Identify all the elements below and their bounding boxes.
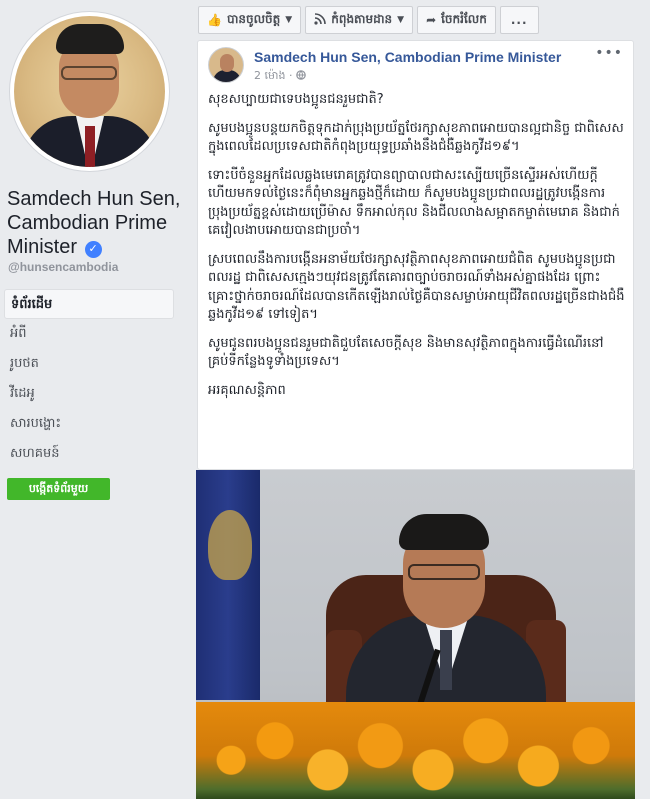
profile-sidebar: Samdech Hun Sen, Cambodian Prime Ministe… xyxy=(0,0,184,799)
post-paragraph: អរគុណសន្តិភាព xyxy=(208,382,286,398)
flag-curtain xyxy=(196,470,260,700)
post-paragraph: សូមបងប្អូនបន្តយកចិត្តទុកដាក់ប្រុងប្រយ័ត្… xyxy=(208,120,624,155)
page-action-bar: 👍 បានចូលចិត្ត ▼ កំពុងតាមដាន ▼ ➦ ចែករំលែក… xyxy=(198,6,543,34)
nav-item-posts[interactable]: សារបង្ហោះ xyxy=(4,409,174,439)
nav-item-videos[interactable]: វីដេអូ xyxy=(4,379,174,409)
share-button[interactable]: ➦ ចែករំលែក xyxy=(417,6,496,34)
post-meta: 2 ម៉ោង · xyxy=(254,69,306,85)
post-author-name[interactable]: Samdech Hun Sen, Cambodian Prime Ministe… xyxy=(254,49,561,65)
profile-picture[interactable] xyxy=(9,11,170,172)
liked-button[interactable]: 👍 បានចូលចិត្ត ▼ xyxy=(198,6,302,34)
chevron-down-icon: ▼ xyxy=(397,15,405,25)
rss-icon xyxy=(314,12,327,28)
globe-icon xyxy=(296,69,306,82)
share-arrow-icon: ➦ xyxy=(426,13,437,27)
liked-button-label: បានចូលចិត្ត xyxy=(226,12,281,26)
following-button[interactable]: កំពុងតាមដាន ▼ xyxy=(305,6,414,34)
flower-arrangement xyxy=(196,702,635,799)
post-paragraph: ទោះបីចំនួនអ្នកដែលឆ្លងមេរោគត្រូវបានព្យាបា… xyxy=(208,167,620,239)
nav-item-about[interactable]: អំពី xyxy=(4,319,174,349)
nav-item-community[interactable]: សហគមន៍ xyxy=(4,439,174,469)
page-name[interactable]: Samdech Hun Sen, Cambodian Prime Ministe… xyxy=(7,187,182,259)
nav-item-photos[interactable]: រូបថត xyxy=(4,349,174,379)
chevron-down-icon: ▼ xyxy=(285,15,293,25)
post-card: Samdech Hun Sen, Cambodian Prime Ministe… xyxy=(197,40,634,470)
post-paragraph: ស្របពេលនឹងការបង្កើនអនាម័យថែរក្សាសុវត្ថិភ… xyxy=(208,251,625,323)
post-paragraph: សុខសប្បាយជាទេបងប្អូនជនរួមជាតិ? xyxy=(208,92,384,107)
post-paragraph: សូមជូនពរបងប្អូនជនរួមជាតិជួបតែសេចក្តីសុខ … xyxy=(208,335,604,370)
post-photo[interactable] xyxy=(196,470,635,799)
share-button-label: ចែករំលែក xyxy=(441,12,487,26)
thumbs-up-icon: 👍 xyxy=(207,13,222,27)
post-author-avatar[interactable] xyxy=(208,47,244,83)
page-nav: ទំព័រដើម អំពី រូបថត វីដេអូ សារបង្ហោះ សហគ… xyxy=(4,289,174,469)
following-button-label: កំពុងតាមដាន xyxy=(331,12,393,26)
nav-item-home[interactable]: ទំព័រដើម xyxy=(4,289,174,319)
post-options-icon[interactable]: ••• xyxy=(595,45,623,61)
post-body: សុខសប្បាយជាទេបងប្អូនជនរួមជាតិ? សូមបងប្អូ… xyxy=(208,91,625,410)
more-button[interactable]: ... xyxy=(499,6,539,34)
page-handle[interactable]: @hunsencambodia xyxy=(8,260,118,274)
post-header: Samdech Hun Sen, Cambodian Prime Ministe… xyxy=(208,45,623,87)
post-timestamp[interactable]: 2 ម៉ោង xyxy=(254,69,285,82)
profile-photo xyxy=(14,16,165,167)
verified-check-icon: ✓ xyxy=(84,241,102,258)
create-page-button[interactable]: បង្កើតទំព័រមួយ xyxy=(7,478,110,500)
